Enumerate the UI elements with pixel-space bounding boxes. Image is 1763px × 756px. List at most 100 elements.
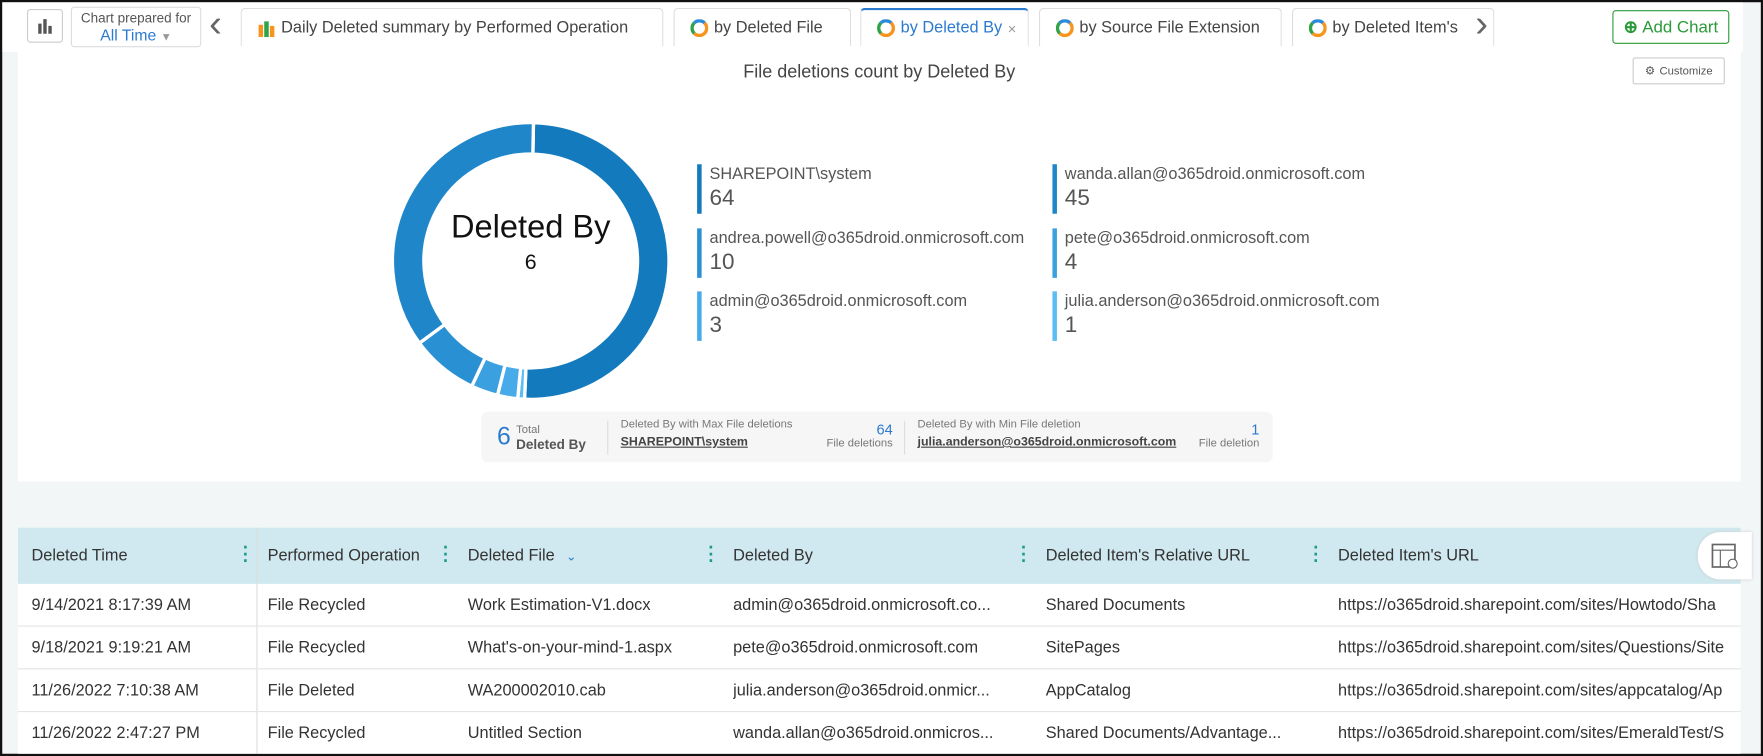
tab-label: by Deleted Item's <box>1332 18 1458 37</box>
table-cell: 9/18/2021 9:19:21 AM <box>31 638 192 657</box>
donut-icon <box>690 18 709 37</box>
table-row[interactable]: 11/26/2022 7:10:38 AM File Deleted WA20000… <box>17 669 1741 713</box>
max-unit: File deletions <box>826 437 893 450</box>
table-cell: Work Estimation-V1.docx <box>467 595 651 614</box>
legend-count: 10 <box>709 249 735 275</box>
column-menu-icon[interactable]: · · · <box>1313 539 1319 571</box>
table-cell: File Deleted <box>267 681 355 700</box>
legend-count: 45 <box>1064 185 1090 211</box>
legend-name: pete@o365droid.onmicrosoft.com <box>1064 229 1310 248</box>
legend-item[interactable]: andrea.powell@o365droid.onmicrosoft.com 1… <box>697 228 1024 278</box>
donut-icon <box>1055 18 1074 37</box>
column-header[interactable]: Deleted Item's URL <box>1338 528 1479 584</box>
legend-item[interactable]: admin@o365droid.onmicrosoft.com 3 <box>697 291 967 341</box>
add-chart-label: Add Chart <box>1642 17 1719 37</box>
column-menu-icon[interactable]: · · · <box>1021 539 1027 571</box>
bar-chart-icon <box>38 19 52 34</box>
column-header-label: Deleted By <box>733 546 813 565</box>
add-chart-button[interactable]: ⊕ Add Chart <box>1612 10 1730 44</box>
summary-total: 6 <box>496 421 511 450</box>
center-value: 6 <box>524 250 537 275</box>
column-header-label: Deleted File <box>467 546 555 565</box>
table-cell: admin@o365droid.onmicrosoft.co... <box>733 595 991 614</box>
column-menu-icon[interactable]: · · · <box>443 539 449 571</box>
min-value: 1 <box>1251 420 1260 438</box>
max-name-link[interactable]: SHAREPOINT\system <box>621 435 748 449</box>
chart-panel: File deletions count by Deleted By ⚙ Cust… <box>17 51 1741 482</box>
customize-button[interactable]: ⚙ Customize <box>1632 57 1725 85</box>
min-name-link[interactable]: julia.anderson@o365droid.onmicrosoft.com <box>918 435 1177 449</box>
legend-name: wanda.allan@o365droid.onmicrosoft.com <box>1064 165 1366 184</box>
chart-view-button[interactable] <box>26 9 63 43</box>
tab-label: Daily Deleted summary by Performed Opera… <box>281 18 629 37</box>
tabs-prev-arrow[interactable]: ‹ <box>209 2 222 46</box>
column-header[interactable]: Performed Operation <box>268 528 420 584</box>
table-cell: Shared Documents/Advantage... <box>1045 723 1282 742</box>
close-icon[interactable]: × <box>1008 20 1017 37</box>
tab-deleted-file[interactable]: by Deleted File <box>673 7 852 47</box>
column-menu-icon[interactable]: · · · <box>243 539 249 571</box>
add-chart-icon: ⊕ <box>1623 18 1638 38</box>
table-cell: What's-on-your-mind-1.aspx <box>467 638 673 657</box>
table-row[interactable]: 9/14/2021 8:17:39 AM File Recycled Work Es… <box>17 583 1741 627</box>
column-menu-icon[interactable]: · · · <box>708 539 714 571</box>
table-settings-icon <box>1711 543 1738 569</box>
tab-daily-summary[interactable]: Daily Deleted summary by Performed Opera… <box>240 7 664 47</box>
date-range-dropdown[interactable]: Chart prepared for All Time ▼ <box>70 6 202 48</box>
legend-item[interactable]: pete@o365droid.onmicrosoft.com 4 <box>1052 228 1310 278</box>
tab-label: by Deleted File <box>713 18 823 37</box>
legend-item[interactable]: julia.anderson@o365droid.onmicrosoft.com… <box>1052 291 1380 341</box>
grid-header: Deleted Time · · · Performed Operation · · · Del… <box>17 527 1741 584</box>
table-cell: julia.anderson@o365droid.onmicr... <box>733 681 990 700</box>
table-cell: 11/26/2022 7:10:38 AM <box>31 681 199 700</box>
table-cell: 11/26/2022 2:47:27 PM <box>31 723 200 742</box>
legend-name: SHAREPOINT\system <box>709 165 872 184</box>
legend-count: 4 <box>1064 249 1078 275</box>
column-header[interactable]: Deleted Item's Relative URL <box>1046 528 1250 584</box>
legend-name: andrea.powell@o365droid.onmicrosoft.com <box>709 229 1025 248</box>
data-grid: Deleted Time · · · Performed Operation · · · Del… <box>17 527 1752 754</box>
legend-item[interactable]: wanda.allan@o365droid.onmicrosoft.com 45 <box>1052 164 1365 214</box>
summary-bar: 6 Total Deleted By Deleted By with Max F… <box>481 411 1273 463</box>
table-cell: https://o365droid.sharepoint.com/sites/a… <box>1338 681 1723 700</box>
legend-count: 3 <box>709 312 723 338</box>
tab-deleted-item[interactable]: by Deleted Item's <box>1291 7 1495 47</box>
customize-label: Customize <box>1659 64 1713 78</box>
table-cell: Untitled Section <box>467 723 582 742</box>
table-cell: File Recycled <box>267 595 366 614</box>
legend-name: julia.anderson@o365droid.onmicrosoft.com <box>1064 292 1380 311</box>
app: Chart prepared for All Time ▼ ‹ Daily De… <box>0 0 1763 756</box>
legend-item[interactable]: SHAREPOINT\system 64 <box>697 164 872 214</box>
column-settings-button[interactable] <box>1697 532 1752 580</box>
max-value: 64 <box>876 420 893 438</box>
column-header[interactable]: Deleted File ⌄ <box>468 528 577 584</box>
center-label: Deleted By <box>450 209 611 246</box>
tab-deleted-by[interactable]: by Deleted By × <box>860 7 1029 47</box>
tabs-next-arrow[interactable]: › <box>1475 2 1488 46</box>
table-row[interactable]: 9/18/2021 9:19:21 AM File Recycled What's-… <box>17 626 1741 670</box>
donut-center: Deleted By 6 <box>385 209 677 275</box>
max-label: Deleted By with Max File deletions <box>620 418 793 431</box>
table-cell: AppCatalog <box>1045 681 1131 700</box>
donut-icon <box>1308 18 1327 37</box>
table-cell: WA200002010.cab <box>467 681 606 700</box>
table-row[interactable]: 11/26/2022 2:47:27 PM File Recycled Untitl… <box>18 712 1741 754</box>
table-cell: https://o365droid.sharepoint.com/sites/Q… <box>1338 638 1725 657</box>
table-cell: https://o365droid.sharepoint.com/sites/H… <box>1338 595 1716 614</box>
column-header[interactable]: Deleted By <box>733 528 813 584</box>
table-cell: File Recycled <box>267 638 366 657</box>
column-header[interactable]: Deleted Time <box>31 528 127 584</box>
bar-chart-icon <box>258 20 275 37</box>
legend-count: 64 <box>709 185 735 211</box>
column-header-label: Performed Operation <box>267 546 420 565</box>
column-header-label: Deleted Time <box>31 546 128 565</box>
min-unit: File deletion <box>1198 437 1260 450</box>
tab-label: by Deleted By <box>900 19 1003 38</box>
tab-source-file-extension[interactable]: by Source File Extension <box>1038 7 1282 47</box>
chart-title: File deletions count by Deleted By <box>743 63 1016 83</box>
table-cell: 9/14/2021 8:17:39 AM <box>31 595 192 614</box>
table-cell: pete@o365droid.onmicrosoft.com <box>733 638 979 657</box>
caret-down-icon: ▼ <box>160 31 172 44</box>
sort-chevron-icon[interactable]: ⌄ <box>566 548 576 564</box>
tab-label: by Source File Extension <box>1079 18 1260 37</box>
